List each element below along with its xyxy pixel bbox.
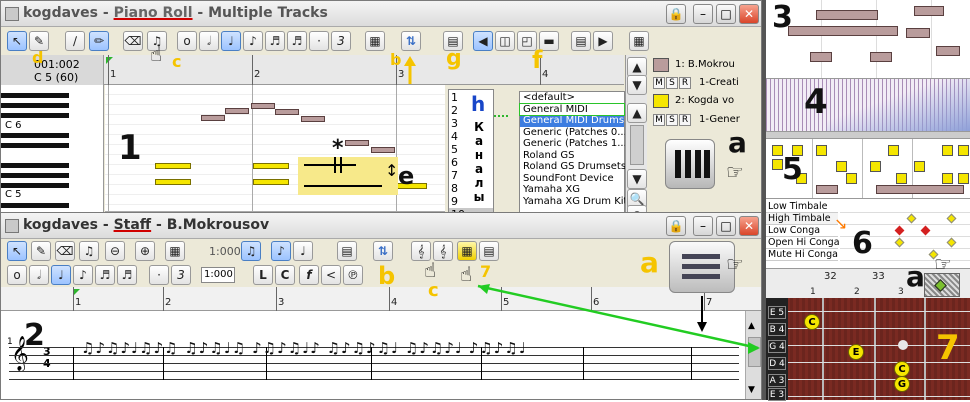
annotation-arrows — [404, 56, 760, 354]
